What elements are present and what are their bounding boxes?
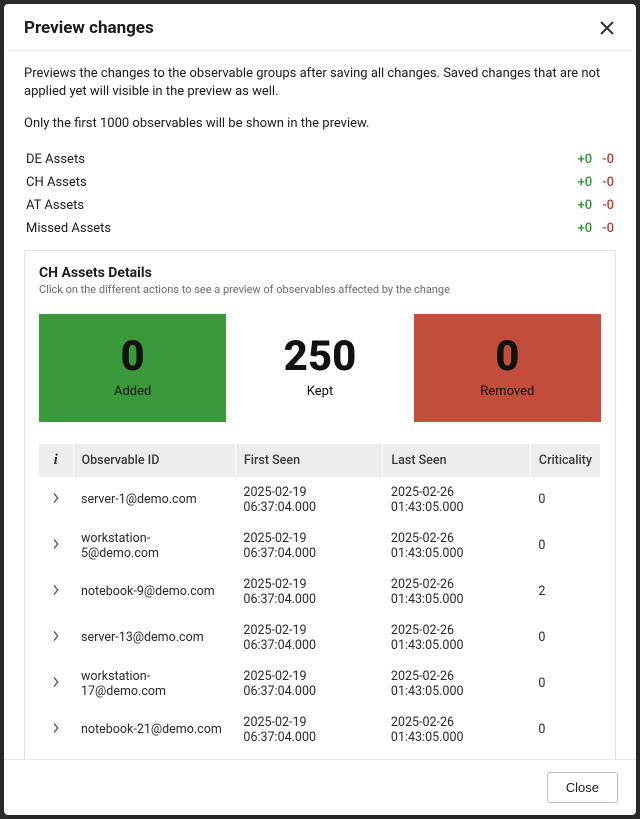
group-deltas: +0 -0	[578, 198, 614, 213]
table-row[interactable]: server-1@demo.com2025-02-19 06:37:04.000…	[39, 477, 601, 523]
table-row[interactable]: server-13@demo.com2025-02-19 06:37:04.00…	[39, 615, 601, 661]
group-row[interactable]: AT Assets +0 -0	[24, 194, 616, 217]
intro-text-1: Previews the changes to the observable g…	[24, 65, 616, 101]
stats-row: 0 Added 250 Kept 0 Removed	[39, 314, 601, 422]
cell-criticality: 0	[530, 707, 600, 753]
removed-count: -0	[602, 221, 614, 236]
added-count: +0	[578, 152, 593, 167]
cell-observable-id: server-25@demo.com	[73, 753, 235, 759]
cell-last-seen: 2025-02-26 01:43:05.000	[383, 477, 531, 523]
cell-last-seen: 2025-02-26 01:43:05.000	[383, 569, 531, 615]
cell-last-seen: 2025-02-26 01:43:05.000	[383, 753, 531, 759]
added-count: +0	[578, 221, 593, 236]
cell-criticality: 0	[530, 477, 600, 523]
removed-count: -0	[602, 198, 614, 213]
cell-criticality: 0	[530, 661, 600, 707]
cell-first-seen: 2025-02-19 06:37:04.000	[235, 661, 383, 707]
chevron-right-icon[interactable]	[39, 615, 73, 661]
stat-kept[interactable]: 250 Kept	[226, 314, 413, 422]
group-summary-list: DE Assets +0 -0 CH Assets +0 -0 AT Asset…	[24, 148, 616, 240]
chevron-right-icon[interactable]	[39, 477, 73, 523]
chevron-right-icon[interactable]	[39, 753, 73, 759]
table-row[interactable]: workstation-5@demo.com2025-02-19 06:37:0…	[39, 523, 601, 569]
cell-observable-id: workstation-5@demo.com	[73, 523, 235, 569]
added-count: +0	[578, 175, 593, 190]
cell-criticality: 2	[530, 569, 600, 615]
chevron-right-icon[interactable]	[39, 707, 73, 753]
col-criticality[interactable]: Criticality	[530, 444, 600, 477]
close-button[interactable]: Close	[547, 772, 618, 803]
observables-table: i Observable ID First Seen Last Seen Cri…	[39, 444, 601, 759]
cell-observable-id: notebook-21@demo.com	[73, 707, 235, 753]
chevron-right-icon[interactable]	[39, 661, 73, 707]
close-icon[interactable]	[598, 19, 616, 37]
group-row[interactable]: CH Assets +0 -0	[24, 171, 616, 194]
table-row[interactable]: notebook-21@demo.com2025-02-19 06:37:04.…	[39, 707, 601, 753]
table-row[interactable]: workstation-17@demo.com2025-02-19 06:37:…	[39, 661, 601, 707]
stat-removed-value: 0	[495, 336, 519, 378]
table-row[interactable]: notebook-9@demo.com2025-02-19 06:37:04.0…	[39, 569, 601, 615]
details-title: CH Assets Details	[39, 265, 601, 281]
group-deltas: +0 -0	[578, 175, 614, 190]
cell-first-seen: 2025-02-19 06:37:04.000	[235, 523, 383, 569]
stat-kept-value: 250	[284, 336, 357, 378]
cell-first-seen: 2025-02-19 06:37:04.000	[235, 753, 383, 759]
stat-added[interactable]: 0 Added	[39, 314, 226, 422]
col-info[interactable]: i	[39, 444, 73, 477]
dialog-body[interactable]: Previews the changes to the observable g…	[4, 50, 636, 759]
group-name: AT Assets	[26, 198, 84, 213]
cell-first-seen: 2025-02-19 06:37:04.000	[235, 615, 383, 661]
removed-count: -0	[602, 175, 614, 190]
group-name: Missed Assets	[26, 221, 111, 236]
added-count: +0	[578, 198, 593, 213]
group-deltas: +0 -0	[578, 221, 614, 236]
dialog-footer: Close	[4, 759, 636, 815]
cell-last-seen: 2025-02-26 01:43:05.000	[383, 615, 531, 661]
cell-criticality: 0	[530, 523, 600, 569]
group-deltas: +0 -0	[578, 152, 614, 167]
stat-kept-label: Kept	[307, 384, 333, 399]
cell-first-seen: 2025-02-19 06:37:04.000	[235, 477, 383, 523]
group-row[interactable]: DE Assets +0 -0	[24, 148, 616, 171]
group-row[interactable]: Missed Assets +0 -0	[24, 217, 616, 240]
chevron-right-icon[interactable]	[39, 569, 73, 615]
group-name: CH Assets	[26, 175, 87, 190]
table-row[interactable]: server-25@demo.com2025-02-19 06:37:04.00…	[39, 753, 601, 759]
cell-observable-id: server-13@demo.com	[73, 615, 235, 661]
dialog-title: Preview changes	[24, 18, 154, 38]
details-card: CH Assets Details Click on the different…	[24, 250, 616, 759]
stat-removed-label: Removed	[480, 384, 534, 399]
details-subtitle: Click on the different actions to see a …	[39, 283, 601, 296]
cell-first-seen: 2025-02-19 06:37:04.000	[235, 569, 383, 615]
preview-changes-dialog: Preview changes Previews the changes to …	[4, 4, 636, 815]
intro-text-2: Only the first 1000 observables will be …	[24, 115, 616, 133]
stat-removed[interactable]: 0 Removed	[414, 314, 601, 422]
cell-observable-id: server-1@demo.com	[73, 477, 235, 523]
removed-count: -0	[602, 152, 614, 167]
cell-observable-id: notebook-9@demo.com	[73, 569, 235, 615]
chevron-right-icon[interactable]	[39, 523, 73, 569]
dialog-header: Preview changes	[4, 4, 636, 50]
col-first-seen[interactable]: First Seen	[235, 444, 383, 477]
cell-first-seen: 2025-02-19 06:37:04.000	[235, 707, 383, 753]
cell-last-seen: 2025-02-26 01:43:05.000	[383, 523, 531, 569]
table-header-row: i Observable ID First Seen Last Seen Cri…	[39, 444, 601, 477]
group-name: DE Assets	[26, 152, 85, 167]
cell-last-seen: 2025-02-26 01:43:05.000	[383, 661, 531, 707]
stat-added-value: 0	[121, 336, 145, 378]
cell-criticality: 0	[530, 615, 600, 661]
table-body: server-1@demo.com2025-02-19 06:37:04.000…	[39, 477, 601, 759]
cell-last-seen: 2025-02-26 01:43:05.000	[383, 707, 531, 753]
stat-added-label: Added	[114, 384, 151, 399]
col-last-seen[interactable]: Last Seen	[383, 444, 531, 477]
cell-criticality: 0	[530, 753, 600, 759]
cell-observable-id: workstation-17@demo.com	[73, 661, 235, 707]
col-observable-id[interactable]: Observable ID	[73, 444, 235, 477]
